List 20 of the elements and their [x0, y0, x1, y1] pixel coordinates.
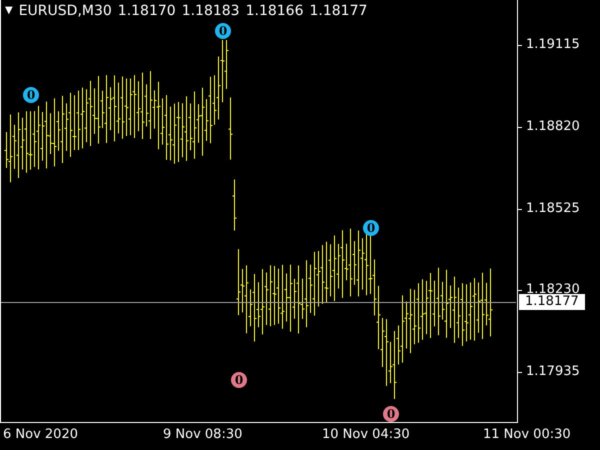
time-label: 11 Nov 00:30: [483, 427, 571, 442]
price-label: 1.18525: [526, 201, 580, 217]
signal-marker: 0: [363, 220, 379, 236]
price-label: 1.19115: [526, 37, 580, 53]
price-label: 1.17935: [526, 364, 580, 380]
current-price-label: 1.18177: [519, 294, 585, 310]
ohlc-value: 1.18177: [310, 3, 368, 19]
symbol-name: EURUSD,M30: [18, 3, 112, 19]
signal-marker: 0: [23, 87, 39, 103]
price-label: 1.18820: [526, 119, 580, 135]
ohlc-value: 1.18170: [118, 3, 176, 19]
time-label: 9 Nov 08:30: [163, 427, 242, 442]
signal-marker: 0: [383, 406, 399, 422]
ohlc-value: 1.18166: [246, 3, 304, 19]
menu-triangle[interactable]: ▼: [5, 3, 13, 19]
ohlc-value: 1.18183: [182, 3, 240, 19]
signal-marker: 0: [215, 23, 231, 39]
signal-marker: 0: [231, 372, 247, 388]
time-label: 6 Nov 2020: [3, 427, 78, 442]
time-label: 10 Nov 04:30: [322, 427, 410, 442]
